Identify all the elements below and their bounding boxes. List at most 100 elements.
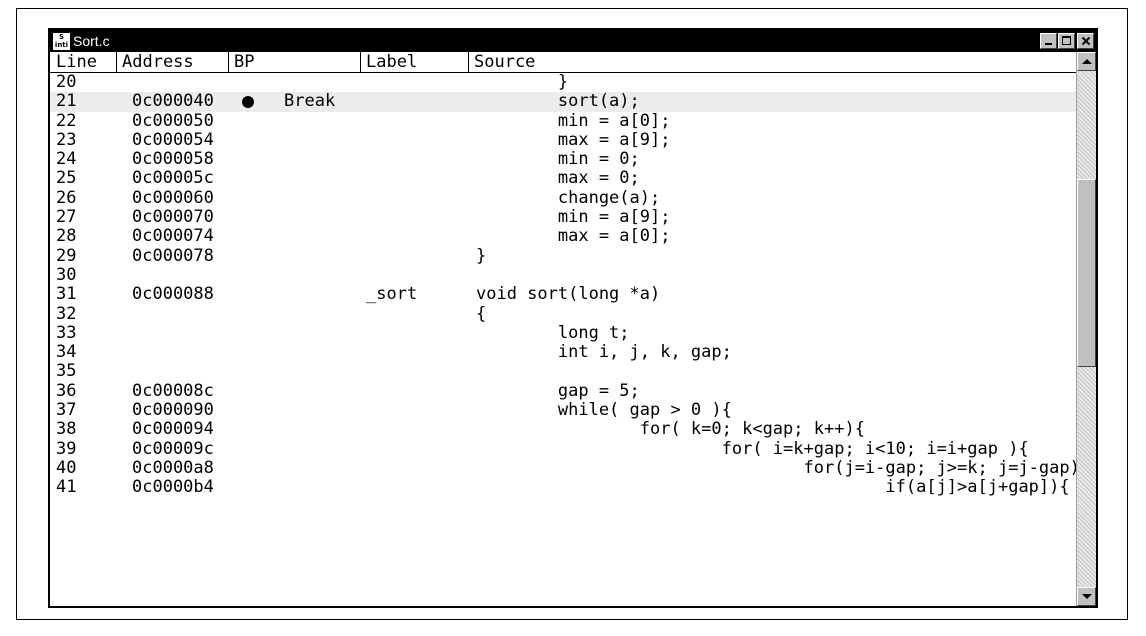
line-number: 23 [56, 129, 77, 150]
column-divider[interactable] [116, 52, 117, 72]
address-cell: 0c000088 [132, 284, 214, 305]
line-number: 30 [56, 264, 77, 285]
vertical-scrollbar[interactable] [1076, 52, 1096, 606]
line-number: 22 [56, 110, 77, 131]
source-code: max = a[0]; [476, 226, 671, 247]
col-bp-header[interactable]: BP [234, 52, 254, 72]
source-code: change(a); [476, 187, 661, 208]
line-number: 21 [56, 91, 77, 112]
source-line-row[interactable]: 29 0c000078} [50, 245, 1076, 266]
source-line-row[interactable]: 27 0c000070 min = a[9]; [50, 207, 1076, 228]
address-cell: 0c0000b4 [132, 477, 214, 498]
source-line-row[interactable]: 32 { [50, 303, 1076, 324]
source-code: { [476, 303, 487, 324]
col-line-header[interactable]: Line [56, 52, 97, 72]
col-source-header[interactable]: Source [474, 52, 535, 72]
address-cell: 0c000090 [132, 400, 214, 421]
line-number: 41 [56, 477, 77, 498]
source-line-row[interactable]: 28 0c000074 max = a[0]; [50, 226, 1076, 247]
line-number: 28 [56, 226, 77, 247]
source-line-row[interactable]: 36 0c00008c gap = 5; [50, 380, 1076, 401]
source-code: for( i=k+gap; i<10; i=i+gap ){ [476, 438, 1029, 459]
window-title: Sort.c [73, 33, 110, 49]
line-number: 39 [56, 438, 77, 459]
scrollbar-thumb[interactable] [1077, 179, 1096, 368]
source-line-row[interactable]: 41 0c0000b4 if(a[j]>a[j+gap]){ [50, 477, 1076, 498]
address-cell: 0c00009c [132, 438, 214, 459]
source-code: void sort(long *a) [476, 284, 661, 305]
source-line-row[interactable]: 21 0c000040 Break sort(a); [50, 91, 1076, 112]
app-icon-text: inti [54, 41, 69, 49]
source-line-row[interactable]: 39 0c00009c for( i=k+gap; i<10; i=i+gap )… [50, 438, 1076, 459]
source-line-row[interactable]: 26 0c000060 change(a); [50, 187, 1076, 208]
address-cell: 0c000094 [132, 419, 214, 440]
source-code: } [476, 245, 487, 266]
maximize-button[interactable] [1058, 33, 1075, 49]
source-line-row[interactable]: 34 int i, j, k, gap; [50, 342, 1076, 363]
source-code: sort(a); [476, 91, 640, 112]
title-bar[interactable]: S inti Sort.c [50, 30, 1096, 52]
address-cell: 0c000060 [132, 187, 214, 208]
source-code: min = 0; [476, 149, 640, 170]
window-controls [1039, 33, 1094, 49]
source-line-row[interactable]: 25 0c00005c max = 0; [50, 168, 1076, 189]
line-number: 20 [56, 72, 77, 92]
line-number: 37 [56, 400, 77, 421]
address-cell: 0c00005c [132, 168, 214, 189]
source-view[interactable]: Line Address BP Label Source 20 } 21 0c000… [50, 52, 1090, 606]
scroll-up-arrow-icon[interactable] [1077, 52, 1096, 71]
source-code: } [476, 72, 569, 92]
source-code: while( gap > 0 ){ [476, 400, 732, 421]
address-cell: 0c000070 [132, 207, 214, 228]
source-code: if(a[j]>a[j+gap]){ [476, 477, 1070, 498]
line-number: 35 [56, 361, 77, 382]
address-cell: 0c000078 [132, 245, 214, 266]
line-number: 27 [56, 207, 77, 228]
line-number: 38 [56, 419, 77, 440]
breakpoint-marker [242, 96, 254, 109]
address-cell: 0c000054 [132, 129, 214, 150]
line-number: 40 [56, 457, 77, 478]
column-divider[interactable] [228, 52, 229, 72]
column-divider[interactable] [360, 52, 361, 72]
source-line-row[interactable]: 31 0c000088 _sort void sort(long *a) [50, 284, 1076, 305]
line-number: 24 [56, 149, 77, 170]
col-label-header[interactable]: Label [366, 52, 417, 72]
source-line-row[interactable]: 37 0c000090 while( gap > 0 ){ [50, 400, 1076, 421]
source-line-row[interactable]: 35 [50, 361, 1076, 382]
label-cell: _sort [366, 284, 418, 305]
line-number: 29 [56, 245, 77, 266]
source-lines: 20 } 21 0c000040 Break sort(a); 22 0c000050 m… [50, 72, 1090, 498]
source-code: for( k=0; k<gap; k++){ [476, 419, 865, 440]
source-line-row[interactable]: 33 long t; [50, 322, 1076, 343]
address-cell: 0c000040 [132, 91, 214, 112]
address-cell: 0c000074 [132, 226, 214, 247]
address-cell: 0c0000a8 [132, 457, 214, 478]
address-cell: 0c00008c [132, 380, 214, 401]
source-line-row[interactable]: 23 0c000054 max = a[9]; [50, 129, 1076, 150]
minimize-button[interactable] [1040, 33, 1057, 49]
source-code: max = a[9]; [476, 129, 671, 150]
line-number: 32 [56, 303, 77, 324]
scroll-down-arrow-icon[interactable] [1077, 587, 1096, 606]
column-header: Line Address BP Label Source [50, 52, 1076, 73]
line-number: 31 [56, 284, 77, 305]
source-line-row[interactable]: 40 0c0000a8 for(j=i-gap; j>=k; j=j-gap){ [50, 457, 1090, 478]
line-number: 25 [56, 168, 77, 189]
source-line-row[interactable]: 20 } [50, 72, 1076, 92]
source-line-row[interactable]: 24 0c000058 min = 0; [50, 149, 1076, 170]
source-line-row[interactable]: 30 [50, 264, 1076, 285]
source-line-row[interactable]: 38 0c000094 for( k=0; k<gap; k++){ [50, 419, 1076, 440]
source-code: max = 0; [476, 168, 640, 189]
address-cell: 0c000058 [132, 149, 214, 170]
app-icon-letter: S [58, 33, 65, 41]
line-number: 33 [56, 322, 77, 343]
column-divider[interactable] [468, 52, 469, 72]
source-code: int i, j, k, gap; [476, 342, 732, 363]
app-icon[interactable]: S inti [53, 32, 70, 50]
breakpoint-label: Break [284, 91, 336, 112]
col-address-header[interactable]: Address [122, 52, 194, 72]
source-line-row[interactable]: 22 0c000050 min = a[0]; [50, 110, 1076, 131]
address-cell: 0c000050 [132, 110, 214, 131]
close-button[interactable] [1077, 33, 1094, 49]
